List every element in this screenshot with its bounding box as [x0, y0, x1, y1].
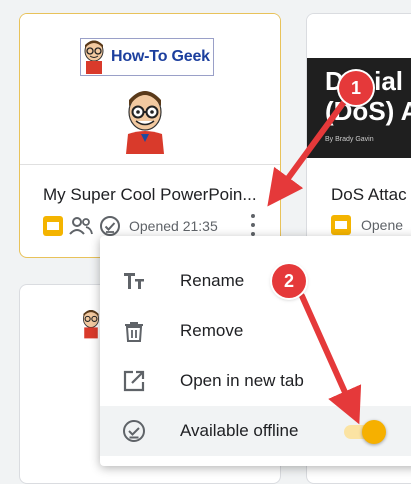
slides-icon — [43, 216, 63, 236]
menu-item-rename[interactable]: Rename — [100, 256, 411, 306]
offline-toggle-knob[interactable] — [362, 420, 386, 444]
card-meta: Opene — [331, 215, 403, 235]
shared-icon — [69, 217, 93, 235]
slides-icon — [331, 215, 351, 235]
context-menu: Rename Remove Open in new tab Available … — [100, 236, 411, 466]
how-to-geek-logo: How-To Geek — [80, 38, 214, 76]
offline-check-icon — [123, 420, 145, 442]
menu-label: Rename — [180, 271, 245, 290]
presentation-card[interactable]: Denial (DoS) A By Brady Gavin DoS Attac … — [306, 13, 411, 258]
menu-item-open-new-tab[interactable]: Open in new tab — [100, 356, 411, 406]
geek-mascot-icon — [84, 40, 104, 74]
opened-time: Opene — [361, 217, 404, 233]
menu-item-remove[interactable]: Remove — [100, 306, 411, 356]
logo-text: How-To Geek — [111, 48, 210, 65]
menu-label: Remove — [180, 321, 244, 340]
open-in-new-icon — [123, 370, 145, 392]
card-thumbnail[interactable]: How-To Geek — [20, 14, 280, 165]
trash-icon — [125, 322, 143, 342]
menu-item-available-offline[interactable]: Available offline — [100, 406, 411, 456]
geek-mascot-illustration — [126, 91, 164, 154]
thumb-author: By Brady Gavin — [325, 136, 374, 143]
menu-label: Available offline — [180, 421, 299, 440]
more-options-icon[interactable] — [248, 214, 258, 236]
text-format-icon — [124, 273, 144, 289]
menu-label: Open in new tab — [180, 371, 304, 390]
card-meta: Opened 21:35 — [43, 215, 218, 237]
presentation-title[interactable]: My Super Cool PowerPoin... — [43, 185, 257, 205]
presentation-card-selected[interactable]: How-To Geek My Super Cool PowerPoin... O… — [19, 13, 281, 258]
offline-available-icon — [100, 216, 120, 236]
geek-mascot-icon — [82, 310, 100, 339]
thumb-title-line2: (DoS) A — [325, 96, 411, 126]
step-badge-1: 1 — [339, 71, 373, 105]
step-badge-2: 2 — [272, 264, 306, 298]
opened-time: Opened 21:35 — [129, 218, 218, 234]
presentation-title[interactable]: DoS Attac — [331, 185, 407, 205]
